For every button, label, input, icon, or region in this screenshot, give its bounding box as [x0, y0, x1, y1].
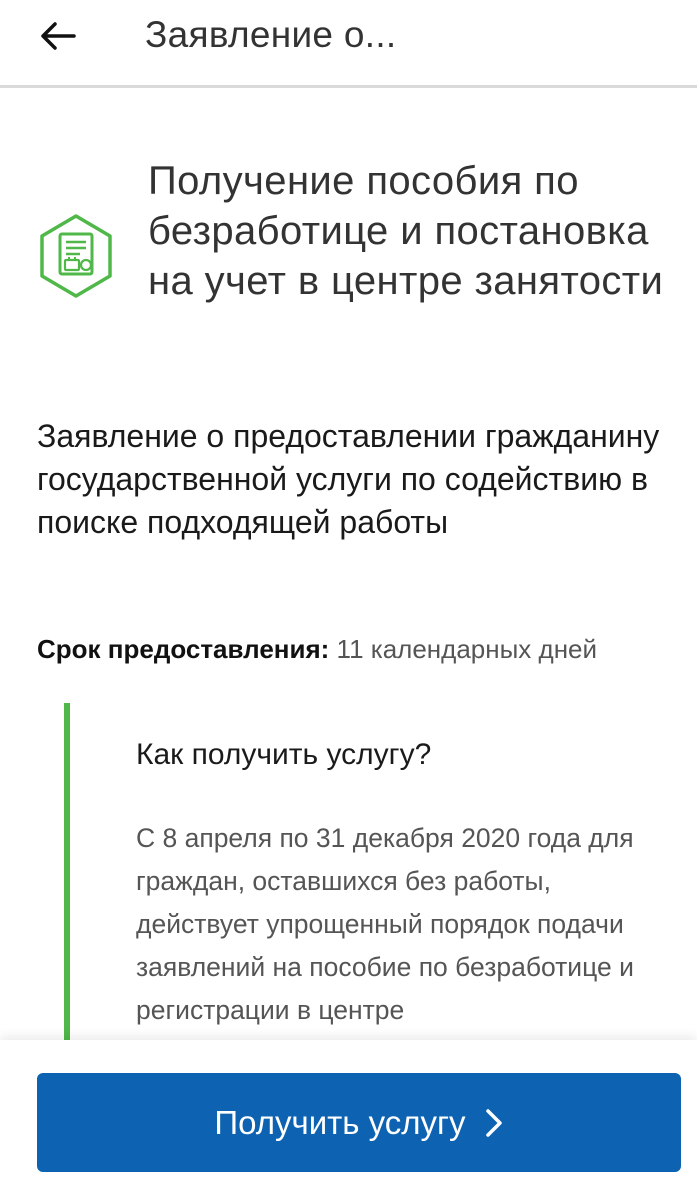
chevron-right-icon [484, 1107, 504, 1139]
top-app-bar: Заявление о... [0, 0, 697, 88]
get-service-button[interactable]: Получить услугу [37, 1073, 681, 1172]
how-to-get-info: Как получить услугу? С 8 апреля по 31 де… [64, 703, 697, 1043]
back-button[interactable] [30, 12, 86, 60]
term-label: Срок предоставления: [37, 634, 330, 664]
page-title: Заявление о... [145, 14, 397, 55]
arrow-left-icon [41, 22, 76, 50]
info-heading: Как получить услугу? [136, 738, 432, 771]
info-text: С 8 апреля по 31 декабря 2020 года для г… [136, 823, 634, 1025]
term-value: 11 календарных дней [336, 634, 598, 664]
document-briefcase-icon [36, 212, 116, 300]
bottom-action-panel: Получить услугу [0, 1040, 697, 1200]
get-service-label: Получить услугу [214, 1103, 466, 1141]
service-name: Получение пособия по безработице и поста… [148, 159, 664, 303]
service-term: Срок предоставления: 11 календарных дней [37, 634, 597, 665]
application-title: Заявление о предоставлении гражданину го… [37, 418, 660, 540]
